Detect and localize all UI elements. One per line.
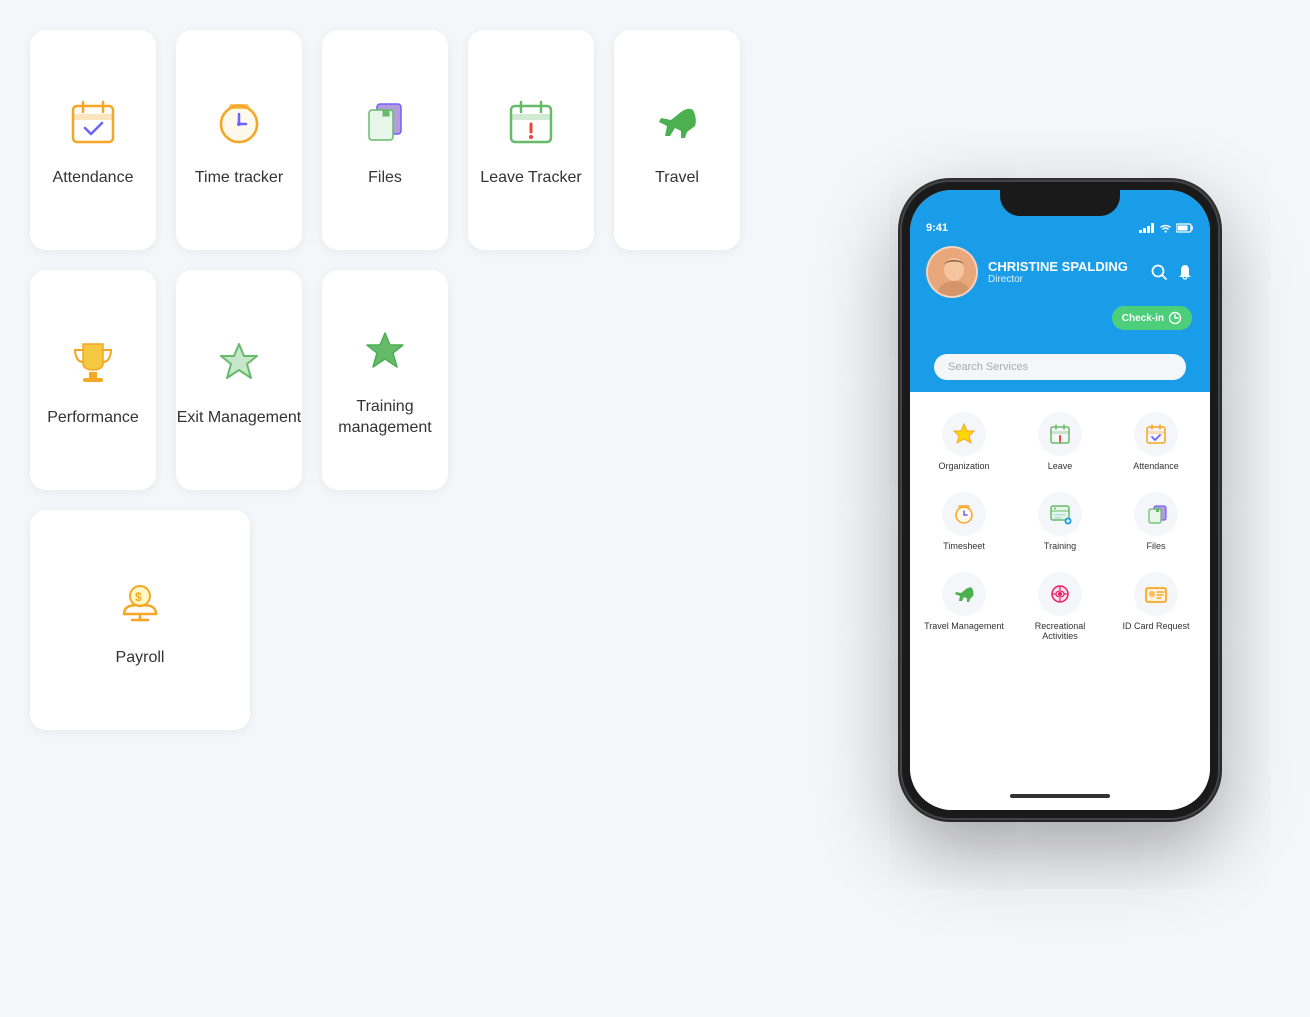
leave-label: Leave	[1048, 461, 1073, 472]
card-time-tracker[interactable]: Time tracker	[176, 30, 302, 250]
phone-screen-container: 9:41	[910, 190, 1210, 810]
card-training-management-label: Training management	[322, 397, 448, 439]
phone-mockup: 9:41	[830, 20, 1290, 980]
bell-icon[interactable]	[1176, 263, 1194, 281]
timesheet-label: Timesheet	[943, 541, 985, 552]
card-time-tracker-label: Time tracker	[195, 168, 283, 189]
timesheet-icon-circle	[942, 492, 986, 536]
grid-row-1: Attendance Time tracker	[30, 30, 740, 250]
card-travel-label: Travel	[655, 168, 699, 189]
money-hand-icon: $	[110, 572, 170, 632]
attendance-icon-circle	[1134, 412, 1178, 456]
phone-item-training[interactable]: Training	[1014, 482, 1106, 558]
star-filled-icon	[355, 321, 415, 381]
files-phone-icon-circle	[1134, 492, 1178, 536]
avatar	[926, 246, 978, 298]
svg-text:$: $	[135, 590, 142, 604]
leave-icon	[1048, 422, 1072, 446]
files-icon	[355, 92, 415, 152]
files-phone-icon	[1144, 502, 1168, 526]
phone-item-idcard[interactable]: ID Card Request	[1110, 562, 1202, 649]
signal-icon	[1139, 223, 1155, 233]
checkin-label: Check-in	[1122, 313, 1164, 324]
card-files[interactable]: Files	[322, 30, 448, 250]
training-label: Training	[1044, 541, 1076, 552]
timesheet-icon	[952, 502, 976, 526]
card-travel[interactable]: Travel	[614, 30, 740, 250]
card-training-management[interactable]: Training management	[322, 270, 448, 490]
travel-icon-circle	[942, 572, 986, 616]
card-attendance-label: Attendance	[53, 168, 134, 189]
card-attendance[interactable]: Attendance	[30, 30, 156, 250]
card-performance-label: Performance	[47, 408, 139, 429]
organization-icon-circle	[942, 412, 986, 456]
files-phone-label: Files	[1146, 541, 1165, 552]
leave-icon-circle	[1038, 412, 1082, 456]
organization-label: Organization	[938, 461, 989, 472]
phone-item-leave[interactable]: Leave	[1014, 402, 1106, 478]
home-indicator-area	[910, 784, 1210, 810]
calendar-check-icon	[63, 92, 123, 152]
search-bar[interactable]: Search Services	[934, 354, 1186, 380]
training-icon	[1048, 502, 1072, 526]
phone-item-files[interactable]: Files	[1110, 482, 1202, 558]
phone-time: 9:41	[926, 222, 948, 234]
card-performance[interactable]: Performance	[30, 270, 156, 490]
organization-icon	[952, 422, 976, 446]
phone-item-travel[interactable]: Travel Management	[918, 562, 1010, 649]
card-files-label: Files	[368, 168, 402, 189]
card-leave-tracker[interactable]: Leave Tracker	[468, 30, 594, 250]
phone-outer-frame: 9:41	[900, 180, 1220, 820]
cards-grid: Attendance Time tracker	[0, 0, 760, 770]
wifi-icon	[1159, 223, 1172, 233]
phone-item-recreational[interactable]: Recreational Activities	[1014, 562, 1106, 649]
card-payroll[interactable]: $ Payroll	[30, 510, 250, 730]
checkin-button[interactable]: Check-in	[1112, 306, 1192, 330]
card-leave-tracker-label: Leave Tracker	[480, 168, 581, 189]
phone-header-icons	[1150, 263, 1194, 281]
trophy-icon	[63, 332, 123, 392]
phone-user-name: CHRISTINE SPALDING	[988, 259, 1150, 274]
plane-icon	[647, 92, 707, 152]
phone-user-role: Director	[988, 274, 1150, 285]
grid-row-3: $ Payroll	[30, 510, 740, 730]
phone-item-timesheet[interactable]: Timesheet	[918, 482, 1010, 558]
search-icon[interactable]	[1150, 263, 1168, 281]
star-outline-icon	[209, 332, 269, 392]
clock-icon	[209, 92, 269, 152]
grid-row-2: Performance Exit Management Training man…	[30, 270, 740, 490]
phone-user-info: CHRISTINE SPALDING Director	[988, 259, 1150, 285]
attendance-icon	[1144, 422, 1168, 446]
phone-notch	[1000, 190, 1120, 216]
phone-item-attendance[interactable]: Attendance	[1110, 402, 1202, 478]
attendance-label: Attendance	[1133, 461, 1179, 472]
card-exit-management[interactable]: Exit Management	[176, 270, 302, 490]
training-icon-circle	[1038, 492, 1082, 536]
recreational-label: Recreational Activities	[1018, 621, 1102, 643]
recreational-icon-circle	[1038, 572, 1082, 616]
avatar-image	[928, 248, 978, 298]
phone-status-bar: 9:41	[926, 222, 1194, 234]
travel-label: Travel Management	[924, 621, 1004, 632]
home-indicator	[1010, 794, 1110, 798]
idcard-icon	[1144, 582, 1168, 606]
idcard-label: ID Card Request	[1122, 621, 1189, 632]
card-payroll-label: Payroll	[116, 648, 165, 669]
idcard-icon-circle	[1134, 572, 1178, 616]
card-exit-management-label: Exit Management	[177, 408, 302, 429]
calendar-exclaim-icon	[501, 92, 561, 152]
travel-icon	[952, 582, 976, 606]
phone-content: Organization	[910, 392, 1210, 784]
phone-status-icons	[1139, 223, 1194, 233]
checkin-clock-icon	[1168, 311, 1182, 325]
phone-item-organization[interactable]: Organization	[918, 402, 1010, 478]
phone-profile-row: CHRISTINE SPALDING Director	[926, 246, 1194, 298]
phone-screen: 9:41	[910, 190, 1210, 810]
phone-services-grid: Organization	[918, 402, 1202, 648]
search-placeholder: Search Services	[948, 361, 1028, 373]
battery-icon	[1176, 223, 1194, 233]
recreational-icon	[1048, 582, 1072, 606]
